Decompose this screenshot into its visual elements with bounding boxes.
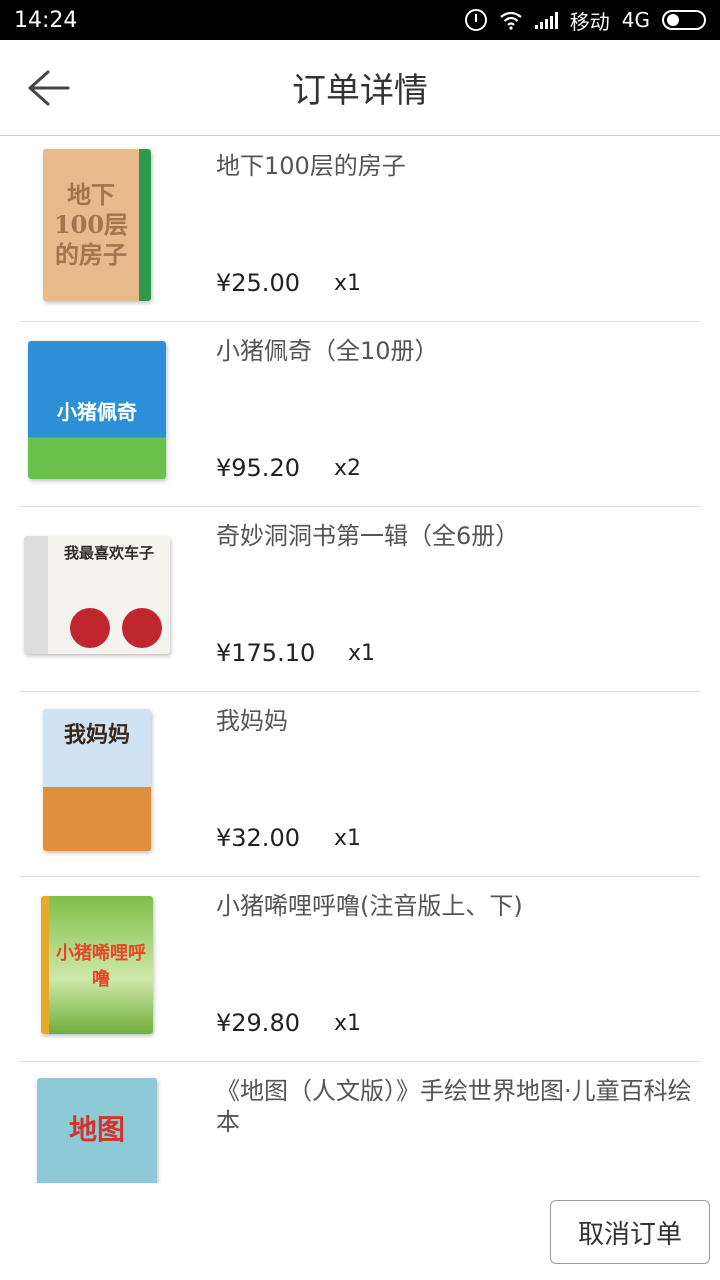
book-cover: 地下100层的房子 (22, 145, 172, 305)
order-item-list[interactable]: 地下100层的房子 地下100层的房子 ¥25.00 x1 小猪佩奇 小猪佩奇（… (0, 137, 720, 1183)
order-item[interactable]: 地图 《地图（人文版）》手绘世界地图·儿童百科绘本 (20, 1062, 700, 1183)
alarm-icon (464, 9, 487, 31)
book-cover-image: 我妈妈 (43, 709, 151, 851)
order-item[interactable]: 小猪唏哩呼噜 小猪唏哩呼噜(注音版上、下) ¥29.80 x1 (20, 877, 700, 1062)
cancel-order-button[interactable]: 取消订单 (550, 1200, 710, 1264)
book-cover-image: 小猪唏哩呼噜 (41, 896, 153, 1034)
item-quantity: x1 (334, 271, 362, 296)
book-cover-image: 小猪佩奇 (28, 341, 166, 479)
book-cover: 小猪佩奇 (22, 330, 172, 490)
order-item[interactable]: 小猪佩奇 小猪佩奇（全10册） ¥95.20 x2 (20, 322, 700, 507)
item-title: 《地图（人文版）》手绘世界地图·儿童百科绘本 (216, 1077, 692, 1136)
item-price: ¥29.80 (216, 1009, 300, 1037)
book-cover-label: 我妈妈 (63, 722, 130, 748)
book-cover: 我妈妈 (22, 700, 172, 860)
item-title: 我妈妈 (216, 707, 288, 735)
book-cover: 我最喜欢车子 (22, 515, 172, 675)
wifi-icon (500, 11, 522, 30)
book-cover: 小猪唏哩呼噜 (22, 885, 172, 1045)
back-button[interactable] (22, 64, 74, 112)
footer-bar: 取消订单 (0, 1183, 720, 1280)
book-cover-label: 我最喜欢车子 (63, 544, 154, 562)
item-quantity: x1 (334, 1011, 362, 1036)
item-quantity: x2 (334, 456, 362, 481)
item-price: ¥25.00 (216, 269, 300, 297)
page-title: 订单详情 (292, 71, 428, 111)
status-icons: 移动 4G (464, 6, 706, 35)
item-title: 地下100层的房子 (216, 152, 406, 180)
item-price: ¥95.20 (216, 454, 300, 482)
order-item[interactable]: 地下100层的房子 地下100层的房子 ¥25.00 x1 (20, 137, 700, 322)
item-price: ¥32.00 (216, 824, 300, 852)
wheel-shape (122, 608, 162, 648)
signal-icon (534, 11, 558, 29)
wheel-shape (70, 608, 110, 648)
book-cover-label: 小猪佩奇 (57, 399, 137, 424)
app-header: 订单详情 (0, 40, 720, 136)
item-quantity: x1 (348, 641, 376, 666)
status-bar: 14:24 移动 4G (0, 0, 720, 40)
book-cover-image: 地下100层的房子 (43, 149, 151, 301)
book-cover-image: 地图 (37, 1078, 157, 1183)
network-label: 4G (621, 8, 650, 32)
book-cover-label: 地下100层的房子 (53, 180, 129, 269)
arrow-left-icon (28, 70, 70, 106)
item-title: 奇妙洞洞书第一辑（全6册） (216, 522, 520, 550)
item-title: 小猪唏哩呼噜(注音版上、下) (216, 892, 523, 920)
battery-icon (662, 10, 706, 30)
carrier-label: 移动 (569, 9, 610, 34)
book-cover-label: 地图 (68, 1113, 125, 1146)
book-cover: 地图 (22, 1078, 172, 1183)
item-quantity: x1 (334, 826, 362, 851)
book-cover-label: 小猪唏哩呼噜 (56, 943, 146, 990)
status-time: 14:24 (14, 7, 78, 33)
item-title: 小猪佩奇（全10册） (216, 337, 439, 365)
item-price: ¥175.10 (216, 639, 316, 667)
book-cover-image: 我最喜欢车子 (24, 536, 170, 654)
order-item[interactable]: 我最喜欢车子 奇妙洞洞书第一辑（全6册） ¥175.10 x1 (20, 507, 700, 692)
order-item[interactable]: 我妈妈 我妈妈 ¥32.00 x1 (20, 692, 700, 877)
